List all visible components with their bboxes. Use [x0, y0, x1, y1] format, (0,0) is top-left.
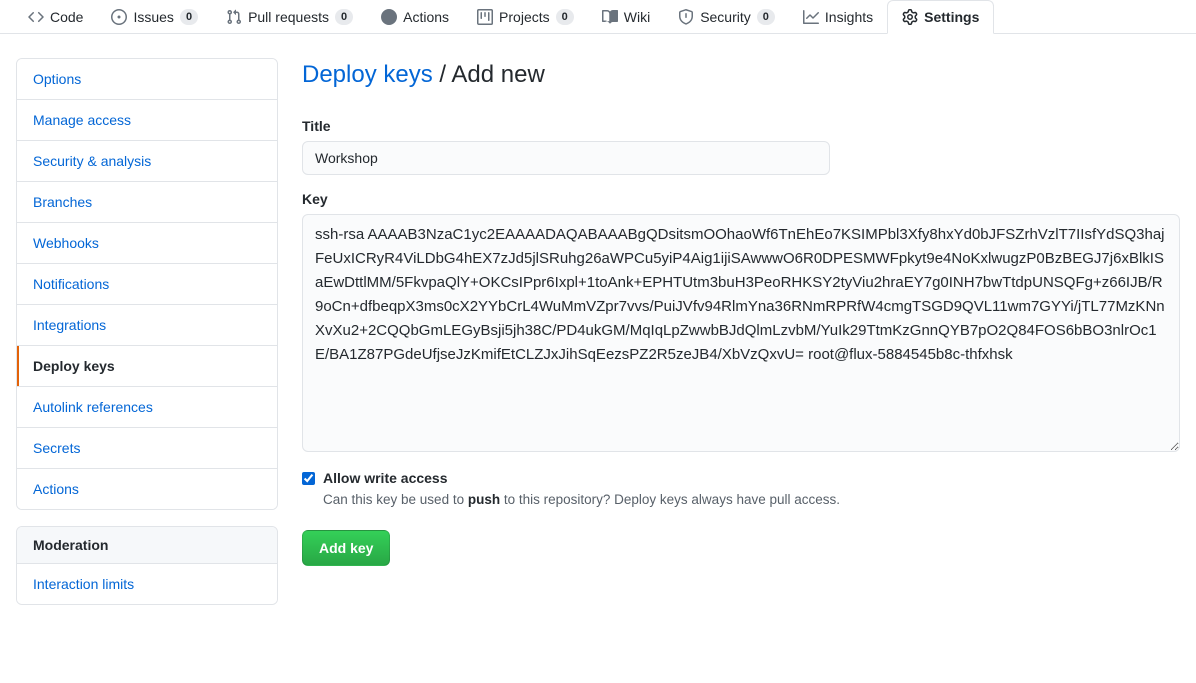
key-field-group: Key ssh-rsa AAAAB3NzaC1yc2EAAAADAQABAAAB…: [302, 191, 1180, 452]
shield-icon: [678, 9, 694, 25]
allow-write-access-texts: Allow write access Can this key be used …: [323, 468, 840, 510]
note-text-after: to this repository? Deploy keys always h…: [500, 492, 840, 507]
sidebar-item-autolink-references[interactable]: Autolink references: [17, 387, 277, 428]
repo-tab-settings[interactable]: Settings: [887, 0, 995, 34]
note-text-before: Can this key be used to: [323, 492, 468, 507]
sidebar-item-webhooks[interactable]: Webhooks: [17, 223, 277, 264]
graph-icon: [802, 9, 819, 25]
allow-write-access-label: Allow write access: [323, 470, 448, 486]
sidebar-item-integrations[interactable]: Integrations: [17, 305, 277, 346]
breadcrumb-current: Add new: [451, 61, 545, 88]
code-icon: [28, 9, 44, 25]
sidebar-item-manage-access[interactable]: Manage access: [17, 100, 277, 141]
sidebar-menu-group: Moderation Interaction limits: [16, 526, 278, 605]
main-content: Deploy keys / Add new Title Key ssh-rsa …: [302, 58, 1180, 605]
repo-tab-wiki[interactable]: Wiki: [588, 0, 664, 34]
title-input[interactable]: [302, 141, 830, 175]
sidebar-group-heading: Moderation: [17, 527, 277, 564]
sidebar-item-actions[interactable]: Actions: [17, 469, 277, 509]
sidebar-item-interaction-limits[interactable]: Interaction limits: [17, 564, 277, 604]
repo-tab-label: Pull requests: [248, 9, 329, 25]
sidebar-item-options[interactable]: Options: [17, 59, 277, 100]
breadcrumb-separator: /: [432, 61, 452, 88]
title-label: Title: [302, 118, 331, 134]
repo-tab-counter: 0: [555, 9, 574, 25]
add-key-button[interactable]: Add key: [302, 530, 391, 566]
repo-tab-label: Security: [700, 9, 751, 25]
nav-tail-spacer: [994, 0, 1196, 34]
repo-tab-issues[interactable]: Issues 0: [97, 0, 212, 34]
repo-tab-code[interactable]: Code: [14, 0, 97, 34]
sidebar-item-deploy-keys[interactable]: Deploy keys: [17, 346, 277, 387]
allow-write-access-note: Can this key be used to push to this rep…: [323, 490, 840, 510]
play-icon: [381, 9, 398, 25]
repo-tab-projects[interactable]: Projects 0: [463, 0, 588, 34]
sidebar-item-security-analysis[interactable]: Security & analysis: [17, 141, 277, 182]
repo-tab-actions[interactable]: Actions: [367, 0, 463, 34]
repo-tab-insights[interactable]: Insights: [789, 0, 887, 34]
project-icon: [477, 9, 494, 25]
sidebar-menu-group: Options Manage access Security & analysis B…: [16, 58, 278, 510]
repo-tab-label: Settings: [924, 9, 980, 25]
sidebar-item-branches[interactable]: Branches: [17, 182, 277, 223]
sidebar-item-secrets[interactable]: Secrets: [17, 428, 277, 469]
settings-sidebar: Options Manage access Security & analysis B…: [16, 58, 278, 605]
gear-icon: [902, 9, 918, 25]
book-icon: [601, 9, 618, 25]
key-textarea[interactable]: ssh-rsa AAAAB3NzaC1yc2EAAAADAQABAAABgQDs…: [302, 214, 1180, 452]
breadcrumb-deploy-keys-link[interactable]: Deploy keys: [302, 61, 433, 88]
repo-tab-pull-requests[interactable]: Pull requests 0: [212, 0, 367, 34]
repo-tab-counter: 0: [335, 9, 354, 25]
repo-tab-label: Insights: [824, 9, 874, 25]
allow-write-access-checkbox[interactable]: [302, 472, 315, 485]
repo-tab-label: Issues: [133, 9, 174, 25]
allow-write-access-row: Allow write access Can this key be used …: [302, 468, 1180, 510]
git-pull-request-icon: [226, 9, 242, 25]
repo-tab-label: Projects: [499, 9, 550, 25]
page-title: Deploy keys / Add new: [302, 60, 1180, 90]
note-text-bold: push: [467, 492, 501, 507]
title-field-group: Title: [302, 118, 1180, 175]
key-label: Key: [302, 191, 328, 207]
page-body: Options Manage access Security & analysis B…: [0, 34, 1196, 605]
issue-opened-icon: [111, 9, 128, 25]
repo-nav: Code Issues 0 Pull requests 0 Actions Projects…: [0, 0, 1196, 34]
repo-tab-label: Wiki: [623, 9, 651, 25]
repo-tab-label: Code: [50, 9, 84, 25]
repo-tab-security[interactable]: Security 0: [664, 0, 789, 34]
repo-tab-counter: 0: [756, 9, 775, 25]
repo-tab-label: Actions: [403, 9, 450, 25]
sidebar-item-notifications[interactable]: Notifications: [17, 264, 277, 305]
repo-tab-counter: 0: [179, 9, 199, 25]
